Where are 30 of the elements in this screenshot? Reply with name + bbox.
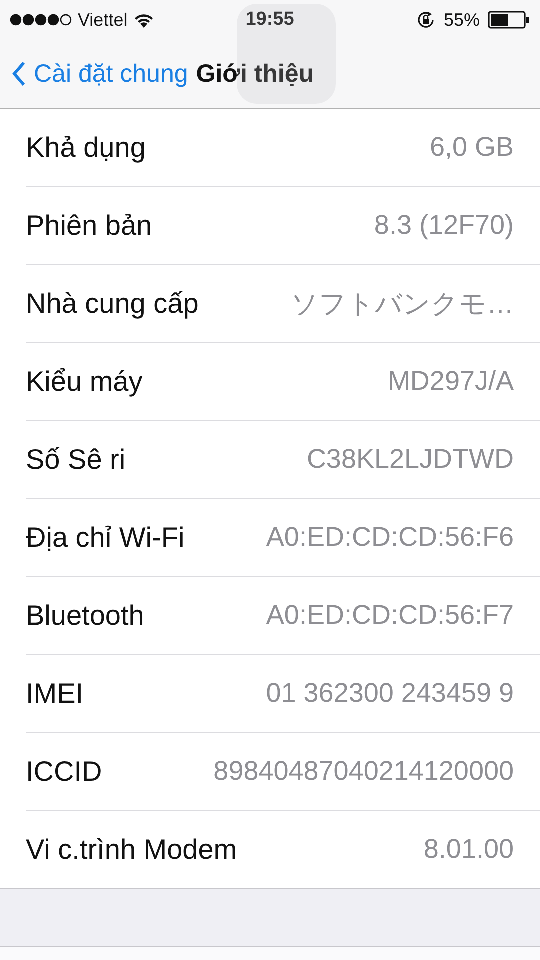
- row-value: A0:ED:CD:CD:56:F6: [266, 522, 514, 553]
- row-value: 8.01.00: [424, 834, 514, 865]
- row-label: Phiên bản: [26, 210, 152, 242]
- row-value: 89840487040214120000: [214, 756, 514, 787]
- row-label: Số Sê ri: [26, 444, 126, 476]
- row-value: 8.3 (12F70): [374, 210, 514, 241]
- row-label: Khả dụng: [26, 132, 146, 164]
- signal-icon: [10, 14, 72, 26]
- row-label: Nhà cung cấp: [26, 288, 199, 320]
- battery-icon: [488, 11, 530, 29]
- chevron-left-icon: [12, 61, 26, 87]
- battery-percentage: 55%: [444, 10, 480, 30]
- row-value: 6,0 GB: [430, 132, 514, 163]
- row-label: Kiểu máy: [26, 366, 143, 398]
- row-label: ICCID: [26, 756, 102, 788]
- rotation-lock-icon: [416, 10, 436, 30]
- back-button[interactable]: Cài đặt chung: [12, 60, 188, 88]
- status-time: 19:55: [246, 9, 294, 31]
- row-value: C38KL2LJDTWD: [306, 444, 514, 475]
- row-value: ソフトバンクモ…: [291, 288, 514, 320]
- row-label: Vi c.trình Modem: [26, 834, 238, 866]
- carrier-name: Viettel: [78, 10, 128, 30]
- row-label: Bluetooth: [26, 600, 144, 632]
- wifi-icon: [134, 12, 154, 28]
- row-value: 01 362300 243459 9: [266, 678, 514, 709]
- row-value: MD297J/A: [388, 366, 514, 397]
- page-title: Giới thiệu: [196, 60, 314, 88]
- row-label: IMEI: [26, 678, 84, 710]
- row-value: A0:ED:CD:CD:56:F7: [266, 600, 514, 631]
- row-label: Địa chỉ Wi-Fi: [26, 522, 185, 554]
